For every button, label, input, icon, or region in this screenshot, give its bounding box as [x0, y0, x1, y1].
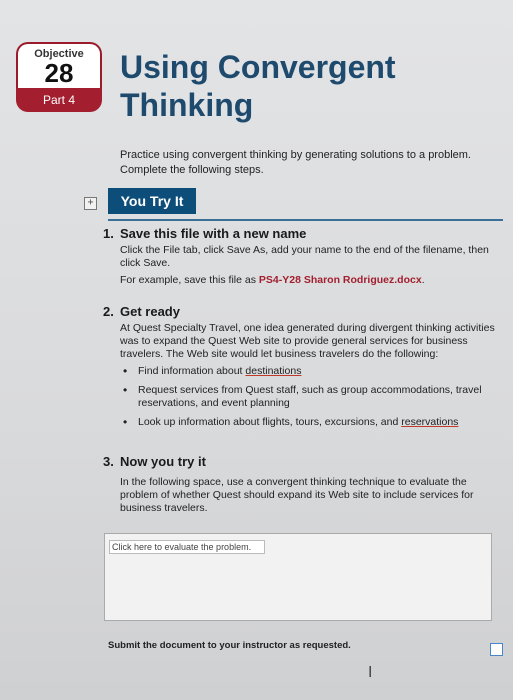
objective-badge: Objective 28 Part 4: [16, 42, 102, 116]
step-2-title: Get ready: [120, 304, 180, 319]
bullet-1-link: destinations: [245, 365, 302, 377]
title-line-1: Using Convergent: [120, 49, 396, 85]
step-1: 1. Save this file with a new name Click t…: [103, 226, 503, 291]
title-line-2: Thinking: [120, 87, 254, 123]
step-2-bullet-list: Find information about destinations Requ…: [120, 365, 503, 429]
badge-number: 28: [44, 58, 74, 88]
step-2: 2. Get ready At Quest Specialty Travel, o…: [103, 304, 503, 435]
step-3-number: 3.: [103, 454, 114, 469]
step-3-body: In the following space, use a convergent…: [120, 476, 503, 515]
answer-content-control[interactable]: Click here to evaluate the problem.: [109, 540, 265, 554]
step-3: 3. Now you try it In the following space,…: [103, 454, 503, 519]
step-1-text: Click the File tab, click Save As, add y…: [120, 244, 489, 269]
step-1-title: Save this file with a new name: [120, 226, 307, 241]
step-3-heading: 3. Now you try it: [103, 454, 503, 470]
step-2-heading: 2. Get ready: [103, 304, 503, 320]
step-2-text: At Quest Specialty Travel, one idea gene…: [120, 322, 495, 360]
list-item: Request services from Quest staff, such …: [120, 384, 503, 410]
submit-instruction: Submit the document to your instructor a…: [108, 640, 351, 651]
bullet-1-text: Find information about: [138, 365, 246, 377]
bullet-3-link: reservations: [401, 416, 459, 428]
bullet-2-text: Request services from Quest staff, such …: [138, 384, 482, 409]
step-1-example: For example, save this file as PS4-Y28 S…: [120, 274, 503, 287]
badge-part: Part 4: [16, 88, 102, 112]
list-item: Look up information about flights, tours…: [120, 416, 503, 429]
section-divider: [108, 219, 503, 221]
expand-icon[interactable]: +: [84, 197, 97, 210]
answer-box[interactable]: Click here to evaluate the problem.: [104, 533, 492, 621]
step-2-body: At Quest Specialty Travel, one idea gene…: [120, 322, 503, 429]
step-3-title: Now you try it: [120, 454, 206, 469]
checkbox-icon[interactable]: [490, 643, 503, 656]
section-header-you-try-it: You Try It: [108, 188, 196, 214]
text-cursor-icon: I: [368, 663, 373, 681]
example-filename: PS4-Y28 Sharon Rodriguez.docx: [258, 274, 422, 286]
page-title: Using Convergent Thinking: [120, 48, 500, 124]
step-1-example-suffix: .: [421, 274, 425, 286]
list-item: Find information about destinations: [120, 365, 503, 378]
step-2-number: 2.: [103, 304, 114, 319]
step-1-body: Click the File tab, click Save As, add y…: [120, 244, 503, 287]
document-page: Objective 28 Part 4 Using Convergent Thi…: [0, 0, 513, 700]
step-3-text: In the following space, use a convergent…: [120, 476, 474, 514]
intro-text: Practice using convergent thinking by ge…: [120, 149, 471, 176]
badge-top: Objective 28: [16, 42, 102, 88]
step-1-heading: 1. Save this file with a new name: [103, 226, 503, 242]
step-1-example-prefix: For example, save this file as: [120, 274, 259, 286]
step-1-number: 1.: [103, 226, 114, 241]
bullet-3-text: Look up information about flights, tours…: [138, 416, 402, 428]
